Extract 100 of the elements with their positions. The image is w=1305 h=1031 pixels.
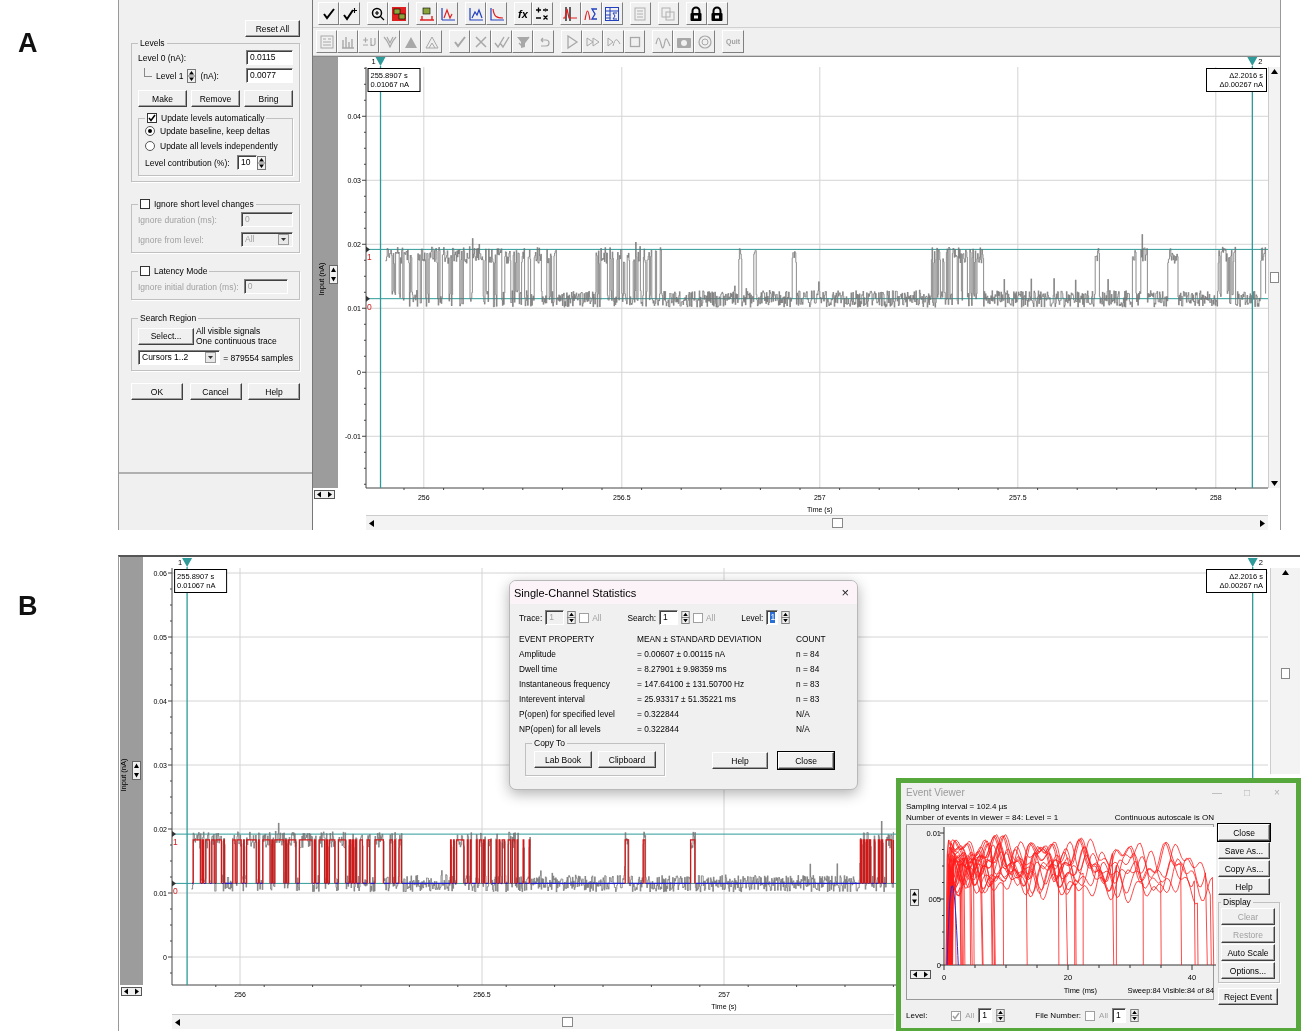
radio-button[interactable] [145,141,155,151]
dialog-button[interactable]: Help [248,383,300,400]
level-button[interactable]: Make [138,90,187,107]
scroll-up-icon[interactable] [1282,570,1289,575]
checkbox[interactable] [147,113,157,123]
table-cell-text: = 0.00607 ± 0.00115 nA [637,649,727,659]
sample-count: = 879554 samples [223,352,293,363]
level-button[interactable]: Bring [244,90,293,107]
number-field[interactable]: 1 [766,610,779,625]
scroll-arrows-icon[interactable] [314,490,335,499]
group-title: Copy To [534,738,566,748]
toolbar-button[interactable] [465,2,486,25]
lock-icon [688,5,705,22]
reject-event-button[interactable]: Reject Event [1218,988,1278,1005]
horizontal-scrollbar[interactable] [366,515,1268,530]
checkbox[interactable] [140,199,150,209]
toolbar-button[interactable] [531,2,553,25]
scroll-thumb[interactable] [561,1017,573,1027]
table-cell-text: = 8.27901 ± 9.98359 ms [637,664,728,674]
toolbar-button[interactable] [339,2,360,25]
level-button[interactable]: Remove [191,90,240,107]
spin-button[interactable] [187,68,197,83]
toolbar-button[interactable]: fx [514,2,532,25]
checkbox-label: All [706,612,716,623]
circle-icon [696,33,713,50]
check-plus-icon [341,5,358,22]
number-field[interactable]: 1 [659,610,679,625]
table-icon [604,5,621,22]
toolbar-button[interactable] [367,2,388,25]
checkbox[interactable] [951,1010,962,1021]
axis-spin-button[interactable] [910,889,919,906]
scroll-arrows-icon[interactable] [121,987,142,996]
toolbar-button[interactable] [706,2,728,25]
scroll-thumb[interactable] [1281,668,1290,679]
viewer-button[interactable]: Copy As... [1218,860,1270,877]
vertical-scrollbar[interactable] [1268,67,1280,488]
copy-button[interactable]: Clipboard [598,751,656,768]
scroll-thumb[interactable] [832,518,844,528]
table-cell-text: Interevent interval [519,694,586,704]
horizontal-scrollbar[interactable] [172,1014,894,1029]
field-label: Ignore from level: [138,234,204,245]
number-field[interactable]: 1 [1111,1008,1126,1023]
number-field[interactable]: 1 [978,1008,993,1023]
field-label: (nA): [200,70,219,81]
spin-button[interactable] [257,155,266,170]
range-dropdown[interactable]: Cursors 1..2 [138,350,221,365]
spin-button[interactable] [567,611,577,624]
scroll-arrows-icon[interactable] [910,970,931,979]
field-label: Ignore initial duration (ms): [138,281,239,292]
checkbox[interactable] [140,266,150,276]
cursor-chart-icon [562,5,579,22]
scroll-left-icon[interactable] [175,1018,180,1026]
axis-spin-button[interactable] [132,761,141,780]
axis-spin-button[interactable] [329,265,338,284]
scroll-down-icon[interactable] [1271,481,1278,486]
scroll-left-icon[interactable] [369,519,374,527]
spin-button[interactable] [781,611,791,624]
display-button[interactable]: Options... [1221,962,1275,979]
radio-button[interactable] [145,126,155,136]
scroll-right-icon[interactable] [1260,519,1265,527]
reset-all-button[interactable]: Reset All [245,20,300,37]
toolbar-button[interactable] [318,2,339,25]
toolbar-button[interactable] [388,2,409,25]
toolbar-button[interactable] [559,2,581,25]
cursor-handle[interactable] [1247,558,1258,567]
spin-button[interactable] [681,611,691,624]
contribution-field[interactable]: 10 [237,155,257,170]
checkbox[interactable] [693,612,704,623]
viewer-button[interactable]: Save As... [1218,842,1270,859]
viewer-button[interactable]: Help [1218,878,1270,895]
dialog-button[interactable]: Help [712,752,768,769]
viewer-button[interactable]: Close [1218,824,1270,841]
select-button[interactable]: Select... [138,327,194,345]
scroll-thumb[interactable] [1270,272,1279,283]
dialog-button[interactable]: Cancel [189,383,242,400]
table-cell-text: = 147.64100 ± 131.50700 Hz [637,679,746,689]
toolbar-button[interactable] [685,2,707,25]
pulse-icon [439,5,456,22]
vertical-scrollbar[interactable] [1270,568,1300,774]
level-field[interactable]: 0.0115 [246,50,293,65]
field-label: Level 1 [156,70,184,81]
checkbox-label: All [1099,1011,1108,1020]
scroll-up-icon[interactable] [1271,69,1278,74]
spin-button[interactable] [996,1009,1006,1022]
table-cell-text: NP(open) for all levels [519,724,602,734]
table-cell-text: n = 84 [796,649,821,659]
dialog-button[interactable]: OK [131,383,183,400]
toolbar-button[interactable] [601,2,623,25]
checkbox[interactable] [1085,1010,1096,1021]
level-field[interactable]: 0.0077 [246,68,293,83]
field-label: Ignore duration (ms): [138,214,217,225]
table-cell-text: n = 83 [796,679,821,689]
spin-button[interactable] [1129,1009,1139,1022]
dialog-button[interactable]: Close [778,752,834,769]
copy-button[interactable]: Lab Book [534,751,592,768]
windows-icon [390,5,407,22]
cursor-handle[interactable] [182,558,193,567]
cross-icon [472,33,489,50]
close-button[interactable]: × [841,585,849,600]
display-button[interactable]: Auto Scale [1221,944,1275,961]
